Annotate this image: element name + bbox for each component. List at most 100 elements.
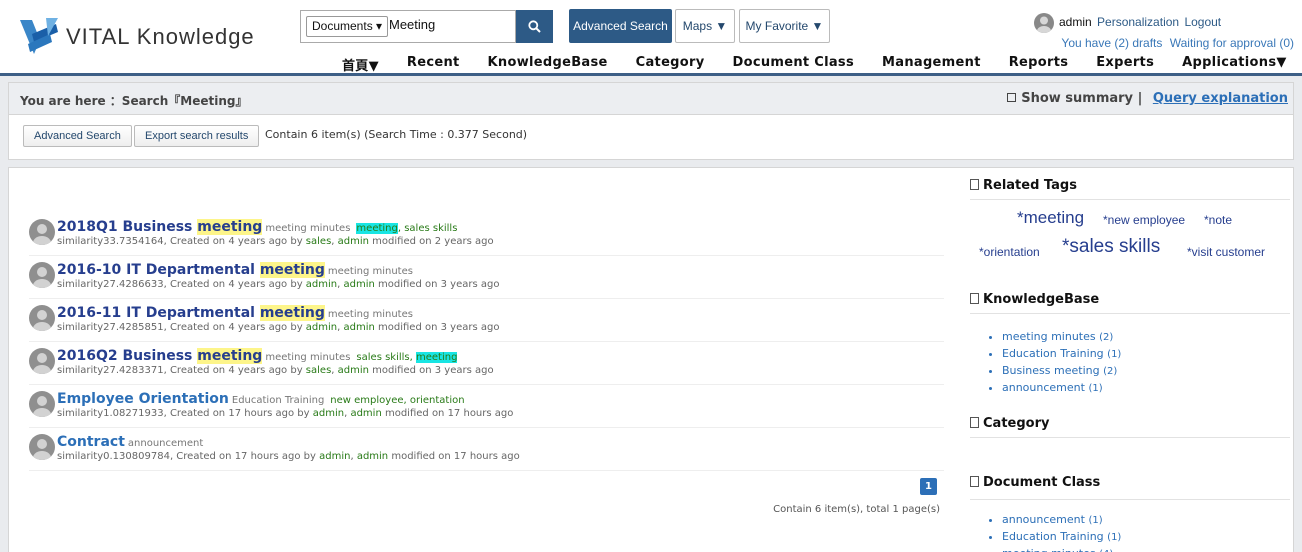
search-input[interactable] [389,17,511,32]
modifier-link[interactable]: admin [357,451,388,462]
result-tag[interactable]: meeting [415,352,458,363]
creator-link[interactable]: admin [306,279,337,290]
result-tag[interactable]: meeting [356,223,398,234]
drafts-link[interactable]: You have (2) drafts [1061,36,1162,50]
result-tags: new employee, orientation [330,393,464,406]
my-favorite-button[interactable]: My Favorite ▼ [739,9,830,43]
tag-meeting[interactable]: *meeting [1017,208,1084,228]
avatar[interactable] [1034,13,1054,33]
search-toolbar-panel: You are here ：Search『Meeting』 Show summa… [8,82,1294,160]
nav-home[interactable]: 首頁▼ [328,55,393,74]
results-panel: 2018Q1 Business meeting meeting minutes me… [8,167,1294,552]
tag-visit-customer[interactable]: *visit customer [1187,245,1265,259]
modifier-link[interactable]: admin [338,365,369,376]
scope-select[interactable]: Documents ▾ [306,16,389,37]
result-title-link[interactable]: 2016Q2 Business meeting [57,348,263,364]
advanced-search-header-button[interactable]: Advanced Search [569,9,672,43]
tag-sales-skills[interactable]: *sales skills [1062,236,1160,258]
advanced-search-button[interactable]: Advanced Search [23,125,132,147]
sidebar-list-item[interactable]: meeting minutes (4) [1002,546,1121,552]
avatar[interactable] [29,305,55,331]
result-item: Employee Orientation Education Training ne… [29,388,944,428]
result-title-link[interactable]: 2016-10 IT Departmental meeting [57,262,325,278]
meta-text: modified on 3 years ago [368,365,494,376]
result-knowledgebase[interactable]: meeting minutes [265,352,350,363]
list-item-count: (1) [1088,515,1103,526]
result-title-link[interactable]: Contract [57,434,125,450]
tag-note[interactable]: *note [1204,213,1232,227]
result-knowledgebase[interactable]: meeting minutes [328,309,413,320]
avatar[interactable] [29,348,55,374]
nav-management[interactable]: Management [868,55,995,73]
user-name: admin [1059,15,1092,29]
nav-knowledgebase[interactable]: KnowledgeBase [474,55,622,73]
nav-experts[interactable]: Experts [1082,55,1168,73]
modifier-link[interactable]: admin [350,408,381,419]
tag-orientation[interactable]: *orientation [979,245,1040,259]
logout-link[interactable]: Logout [1184,15,1221,29]
personalization-link[interactable]: Personalization [1097,15,1179,29]
avatar[interactable] [29,391,55,417]
result-tag[interactable]: sales skills [404,223,457,234]
nav-applications[interactable]: Applications▼ [1168,55,1301,73]
sidebar-list-item[interactable]: Education Training (1) [1002,529,1121,546]
result-tag[interactable]: new employee [330,395,403,406]
meta-text: modified on 2 years ago [368,236,494,247]
show-summary-label[interactable]: Show summary [1021,91,1133,106]
approval-link[interactable]: Waiting for approval (0) [1170,36,1294,50]
nav-recent[interactable]: Recent [393,55,474,73]
modifier-link[interactable]: admin [338,236,369,247]
sidebar-list-item[interactable]: meeting minutes (2) [1002,329,1121,346]
category-title: Category [970,416,1049,431]
nav-category[interactable]: Category [622,55,719,73]
search-button[interactable] [516,10,553,43]
creator-link[interactable]: admin [319,451,350,462]
maps-button[interactable]: Maps ▼ [675,9,735,43]
user-avatar-icon [33,267,51,288]
page-number-button[interactable]: 1 [920,478,937,495]
sidebar-list-item[interactable]: Education Training (1) [1002,346,1121,363]
sidebar-list-item[interactable]: Business meeting (2) [1002,363,1121,380]
logo[interactable]: VITAL Knowledge [18,14,278,62]
modifier-link[interactable]: admin [344,322,375,333]
result-tag[interactable]: sales skills [356,352,409,363]
creator-link[interactable]: sales [306,365,331,376]
creator-link[interactable]: admin [306,322,337,333]
nav-document-class[interactable]: Document Class [719,55,869,73]
tag-new-employee[interactable]: *new employee [1103,213,1185,227]
creator-link[interactable]: sales [306,236,331,247]
result-title-highlight: meeting [197,219,263,235]
result-item: 2016-10 IT Departmental meeting meeting m… [29,259,944,299]
result-title-link[interactable]: Employee Orientation [57,391,229,407]
avatar[interactable] [29,434,55,460]
query-explanation-link[interactable]: Query explanation [1153,91,1288,106]
sidebar-list-item[interactable]: announcement (1) [1002,380,1121,397]
result-title-link[interactable]: 2018Q1 Business meeting [57,219,263,235]
breadcrumb-text: You are here ：Search『Meeting』 [20,94,248,108]
result-knowledgebase[interactable]: meeting minutes [328,266,413,277]
creator-link[interactable]: admin [313,408,344,419]
meta-text: similarity0.130809784, Created on 17 hou… [57,451,320,462]
export-search-results-button[interactable]: Export search results [134,125,260,147]
logo-text: VITAL Knowledge [66,24,255,49]
meta-text: similarity27.4283371, Created on 4 years… [57,365,306,376]
meta-text: similarity33.7354164, Created on 4 years… [57,236,306,247]
result-knowledgebase[interactable]: Education Training [232,395,324,406]
modifier-link[interactable]: admin [344,279,375,290]
result-title-text: 2018Q1 Business [57,219,198,235]
document-icon [970,476,979,487]
show-summary-checkbox[interactable] [1006,93,1016,102]
document-icon [970,417,979,428]
nav-reports[interactable]: Reports [995,55,1083,73]
sidebar-list-item[interactable]: announcement (1) [1002,512,1121,529]
result-tag[interactable]: orientation [410,395,465,406]
list-item-count: (2) [1099,332,1114,343]
meta-text: modified on 17 hours ago [381,408,514,419]
avatar[interactable] [29,262,55,288]
avatar[interactable] [29,219,55,245]
result-knowledgebase[interactable]: announcement [128,438,203,449]
result-title-link[interactable]: 2016-11 IT Departmental meeting [57,305,325,321]
document-icon [970,179,979,190]
result-knowledgebase[interactable]: meeting minutes [265,223,350,234]
user-avatar-icon [33,396,51,417]
